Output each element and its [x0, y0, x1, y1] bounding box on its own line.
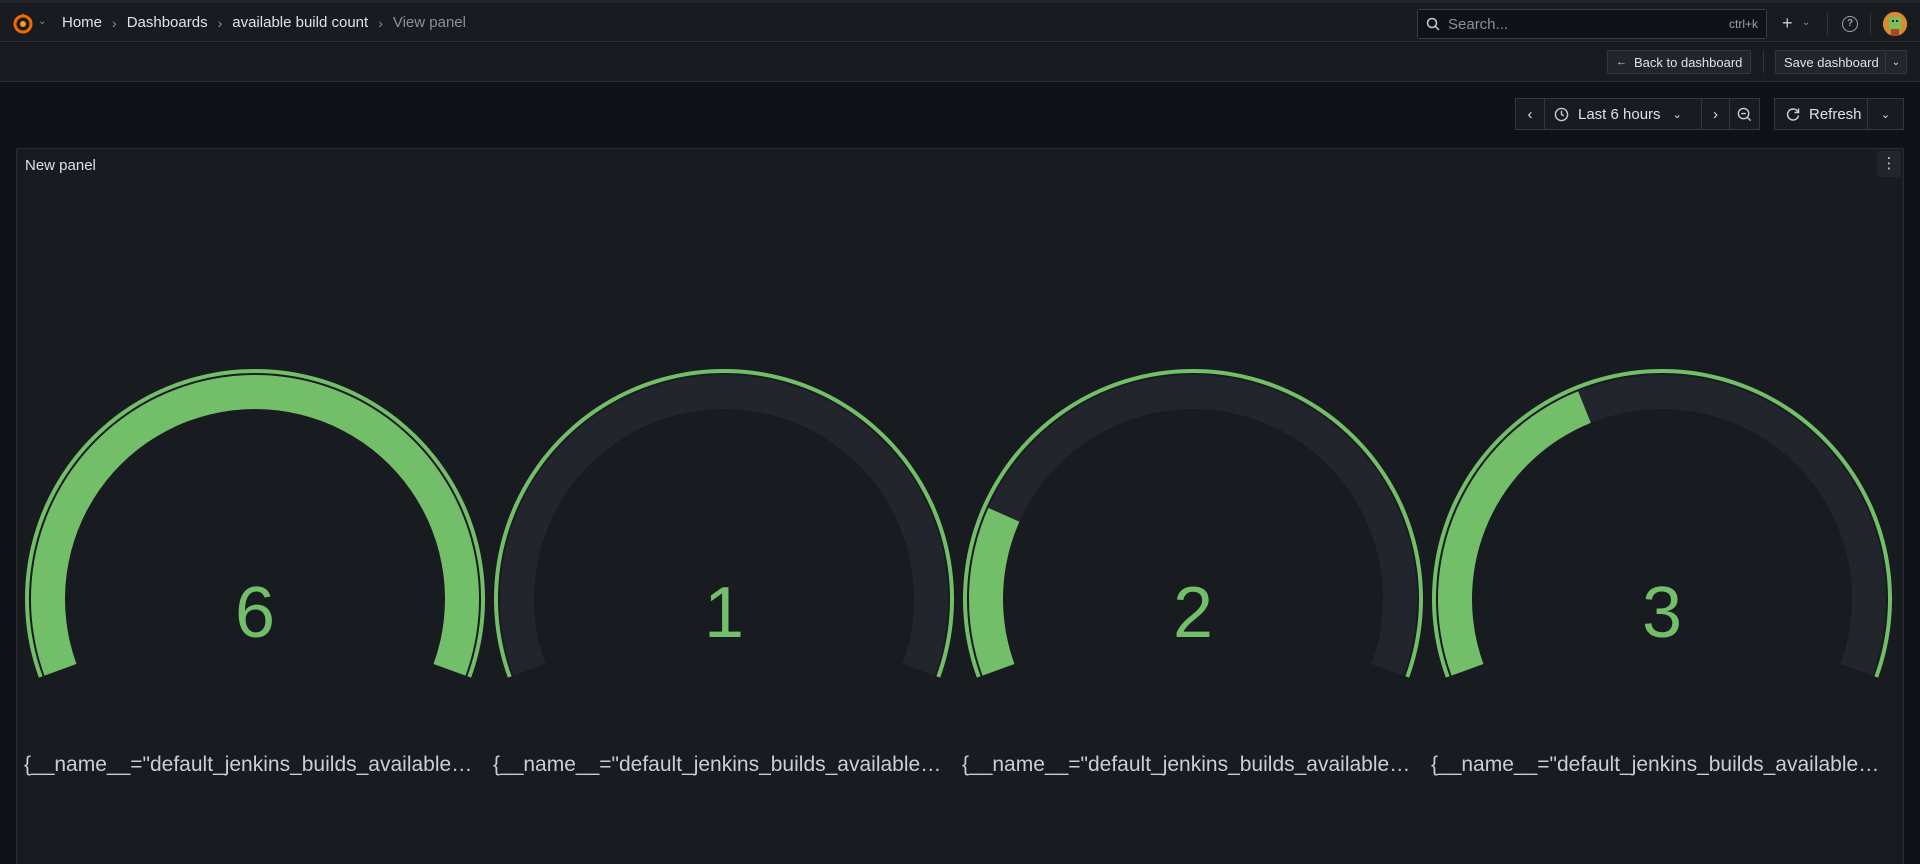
chevron-right-icon: ›: [112, 14, 117, 31]
gauge-value: 3: [1642, 573, 1682, 653]
save-dashboard-button[interactable]: Save dashboard: [1775, 50, 1886, 74]
search-icon: [1426, 17, 1440, 31]
divider: [1763, 51, 1764, 73]
help-icon[interactable]: ?: [1842, 16, 1858, 32]
chevron-down-icon: ⌄: [1891, 56, 1901, 68]
gauge-series-label: {__name__="default_jenkins_builds_availa…: [962, 753, 1418, 776]
chevron-down-icon: ⌄: [1880, 108, 1891, 121]
gauge-value: 1: [704, 573, 744, 653]
avatar[interactable]: [1883, 12, 1907, 36]
breadcrumb-dashboard[interactable]: available build count: [232, 14, 368, 31]
refresh-label: Refresh: [1809, 105, 1862, 123]
search-input[interactable]: Search... ctrl+k: [1417, 9, 1767, 39]
chevron-down-icon[interactable]: ⌄: [38, 16, 46, 27]
time-range-label: Last 6 hours: [1578, 105, 1661, 123]
time-range-button[interactable]: Last 6 hours ⌄: [1545, 98, 1702, 130]
time-picker: ‹ Last 6 hours ⌄ ›: [1515, 98, 1760, 130]
zoom-out-icon: [1737, 107, 1752, 121]
chevron-left-icon: ‹: [1527, 105, 1533, 123]
top-navbar: ⌄ Home › Dashboards › available build co…: [0, 0, 1920, 42]
search-placeholder: Search...: [1448, 15, 1509, 33]
refresh-icon: [1786, 108, 1800, 121]
gauge: 2: [963, 368, 1423, 678]
zoom-out-button[interactable]: [1730, 98, 1760, 130]
gauge-value: 6: [235, 573, 275, 653]
search-shortcut: ctrl+k: [1728, 17, 1758, 31]
breadcrumb-dashboards[interactable]: Dashboards: [127, 14, 208, 31]
gauge-series-label: {__name__="default_jenkins_builds_availa…: [493, 753, 949, 776]
gauge-value: 2: [1173, 573, 1213, 653]
gauge-series-label: {__name__="default_jenkins_builds_availa…: [24, 753, 480, 776]
refresh-interval-button[interactable]: ⌄: [1868, 98, 1904, 130]
breadcrumb-home[interactable]: Home: [62, 14, 102, 31]
gauge: 1: [493, 368, 954, 678]
save-dashboard-label: Save dashboard: [1784, 54, 1879, 70]
gauge-fill: [1438, 391, 1591, 676]
back-to-dashboard-button[interactable]: ← Back to dashboard: [1607, 50, 1752, 74]
divider: [1870, 13, 1871, 35]
gauge: 3: [1432, 369, 1892, 678]
time-forward-button[interactable]: ›: [1702, 98, 1730, 130]
breadcrumb-current: View panel: [392, 14, 466, 31]
chevron-down-icon[interactable]: ⌄: [1802, 17, 1810, 28]
save-options-button[interactable]: ⌄: [1885, 50, 1907, 74]
add-icon[interactable]: +: [1782, 14, 1793, 32]
gauge-panel: New panel ⋮ 6123 {__name__="default_jenk…: [16, 148, 1904, 864]
gauge: 6: [24, 368, 485, 678]
chevron-right-icon: ›: [1713, 105, 1718, 123]
gauge-series-label: {__name__="default_jenkins_builds_availa…: [1431, 753, 1887, 776]
dashboard-toolbar: ← Back to dashboard Save dashboard ⌄: [0, 42, 1920, 82]
refresh-button[interactable]: Refresh: [1774, 98, 1868, 130]
refresh-picker: Refresh ⌄: [1774, 98, 1904, 130]
chevron-right-icon: ›: [217, 14, 223, 31]
time-back-button[interactable]: ‹: [1515, 98, 1545, 130]
arrow-left-icon: ←: [1616, 56, 1627, 68]
clock-icon: [1554, 107, 1569, 121]
chevron-right-icon: ›: [378, 14, 383, 31]
grafana-logo-icon[interactable]: [10, 11, 36, 37]
chevron-down-icon: ⌄: [1672, 108, 1682, 121]
breadcrumb: Home › Dashboards › available build coun…: [62, 14, 466, 31]
back-to-dashboard-label: Back to dashboard: [1634, 54, 1743, 70]
divider: [1827, 13, 1828, 35]
